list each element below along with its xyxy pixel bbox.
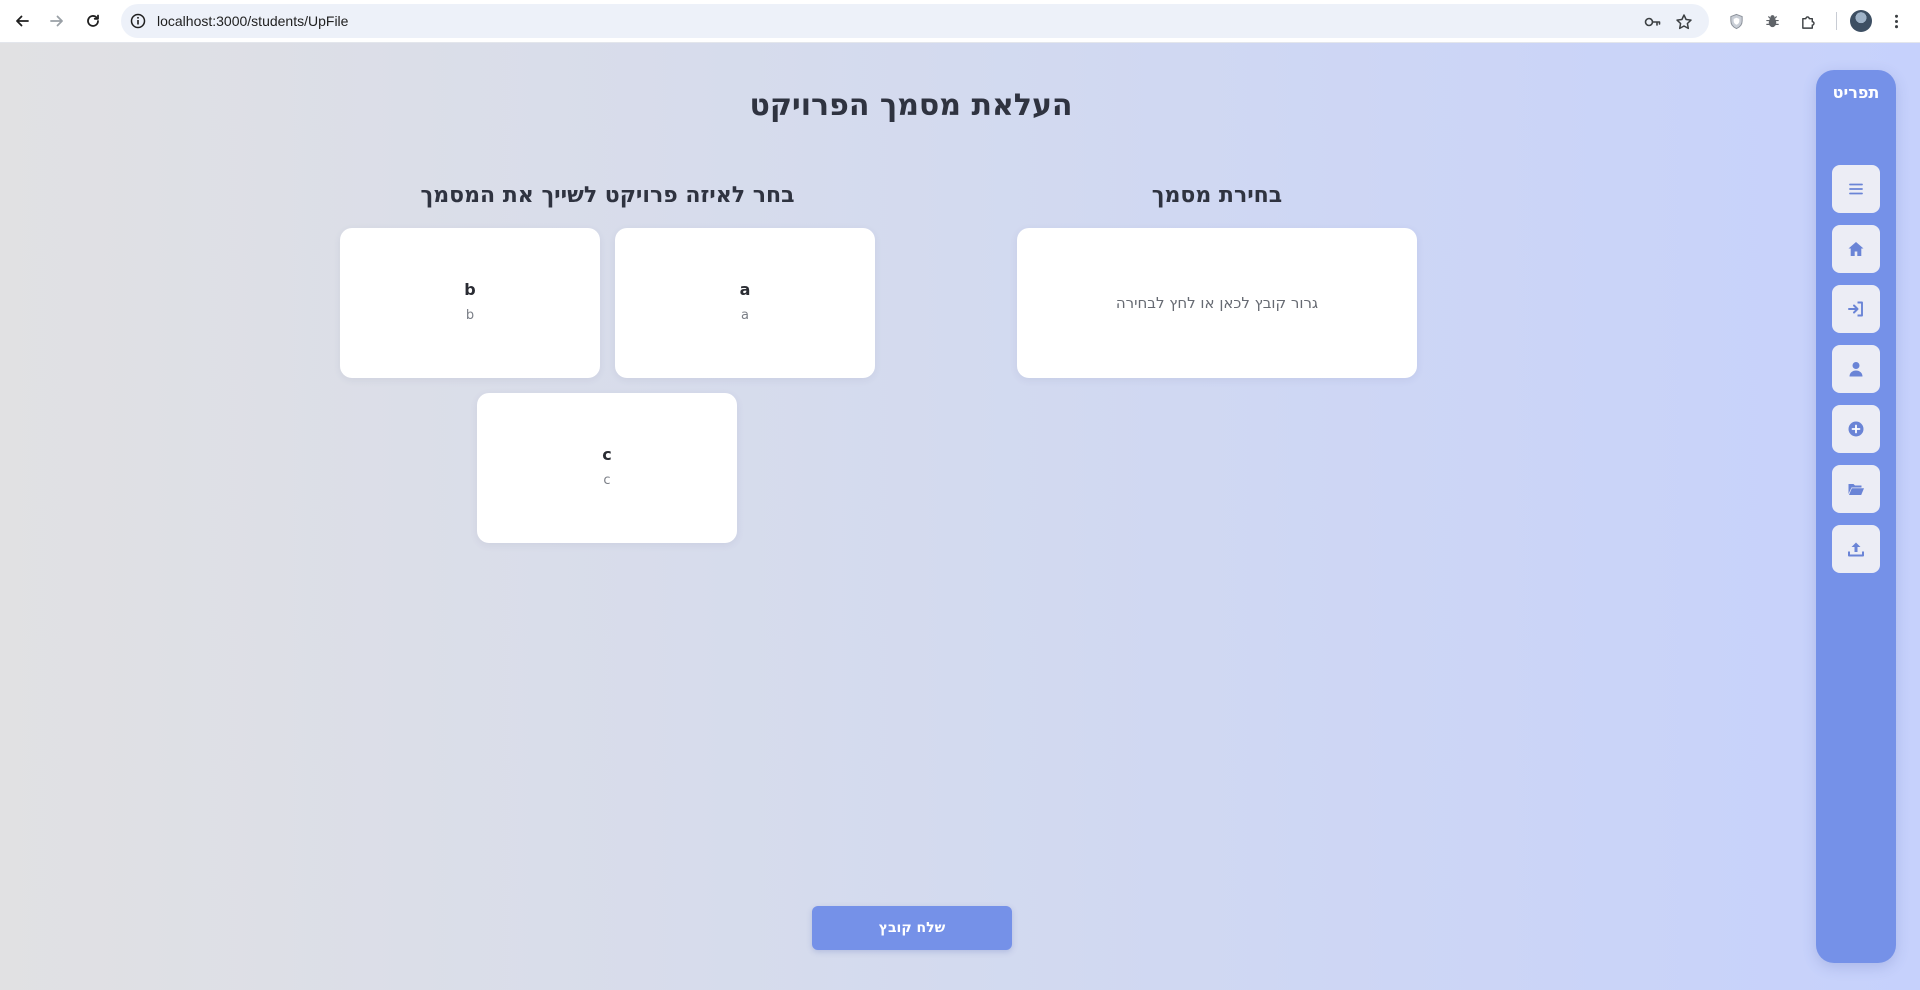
url-text: localhost:3000/students/UpFile	[157, 13, 349, 29]
project-name: b	[464, 280, 476, 299]
dropzone-text: גרור קובץ לכאן או לחץ לבחירה	[1115, 294, 1319, 312]
sidebar-item-home[interactable]	[1832, 225, 1880, 273]
project-name: a	[739, 280, 751, 299]
sidebar-item-menu[interactable]	[1832, 165, 1880, 213]
site-info-icon[interactable]	[130, 13, 146, 29]
bug-extension-icon[interactable]	[1762, 11, 1782, 31]
project-description: b	[465, 308, 475, 323]
project-card-a[interactable]: a a	[615, 228, 875, 378]
sidebar-item-profile[interactable]	[1832, 345, 1880, 393]
toolbar-divider	[1836, 12, 1837, 30]
sidebar: תפריט	[1816, 70, 1896, 963]
page-title: העלאת מסמך הפרויקט	[749, 88, 1073, 123]
back-button[interactable]	[7, 7, 37, 35]
user-icon	[1849, 362, 1863, 377]
forward-arrow-icon	[50, 15, 63, 27]
home-icon	[1848, 242, 1864, 256]
reload-button[interactable]	[78, 7, 108, 35]
project-card-b[interactable]: b b	[340, 228, 600, 378]
sidebar-item-projects[interactable]	[1832, 465, 1880, 513]
folder-open-icon	[1848, 484, 1864, 495]
project-section-title: בחר לאיזה פרויקט לשייך את המסמך	[420, 183, 795, 208]
file-dropzone[interactable]: גרור קובץ לכאן או לחץ לבחירה	[1017, 228, 1417, 378]
send-file-button[interactable]: שלח קובץ	[812, 906, 1012, 950]
address-bar[interactable]: localhost:3000/students/UpFile	[121, 4, 1709, 38]
forward-button[interactable]	[42, 7, 72, 35]
browser-toolbar: localhost:3000/students/UpFile	[0, 0, 1920, 43]
shield-extension-icon[interactable]	[1726, 11, 1746, 31]
sidebar-item-add[interactable]	[1832, 405, 1880, 453]
back-arrow-icon	[16, 15, 29, 27]
project-name: c	[602, 445, 612, 464]
puzzle-icon[interactable]	[1798, 11, 1818, 31]
hamburger-menu-icon	[1849, 183, 1863, 195]
sidebar-logo: תפריט	[1832, 83, 1880, 102]
project-description: c	[603, 473, 611, 488]
kebab-menu-icon[interactable]	[1886, 11, 1906, 31]
sidebar-item-upload[interactable]	[1832, 525, 1880, 573]
avatar[interactable]	[1850, 10, 1872, 32]
upload-icon	[1848, 542, 1864, 557]
reload-icon	[87, 14, 99, 27]
login-icon	[1848, 301, 1863, 317]
file-section-title: בחירת מסמך	[1151, 183, 1283, 208]
key-icon[interactable]	[1643, 13, 1661, 31]
project-description: a	[741, 308, 749, 323]
plus-circle-icon	[1848, 421, 1864, 437]
project-card-c[interactable]: c c	[477, 393, 737, 543]
star-icon[interactable]	[1675, 13, 1693, 31]
sidebar-item-login[interactable]	[1832, 285, 1880, 333]
page-content: העלאת מסמך הפרויקט בחירת מסמך גרור קובץ …	[0, 43, 1920, 990]
